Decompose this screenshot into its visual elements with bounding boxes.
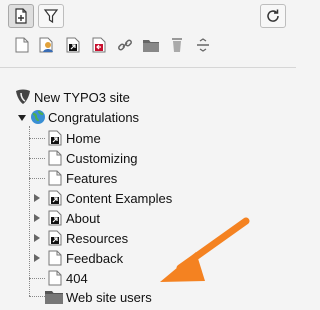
annotation-arrow xyxy=(160,217,250,282)
